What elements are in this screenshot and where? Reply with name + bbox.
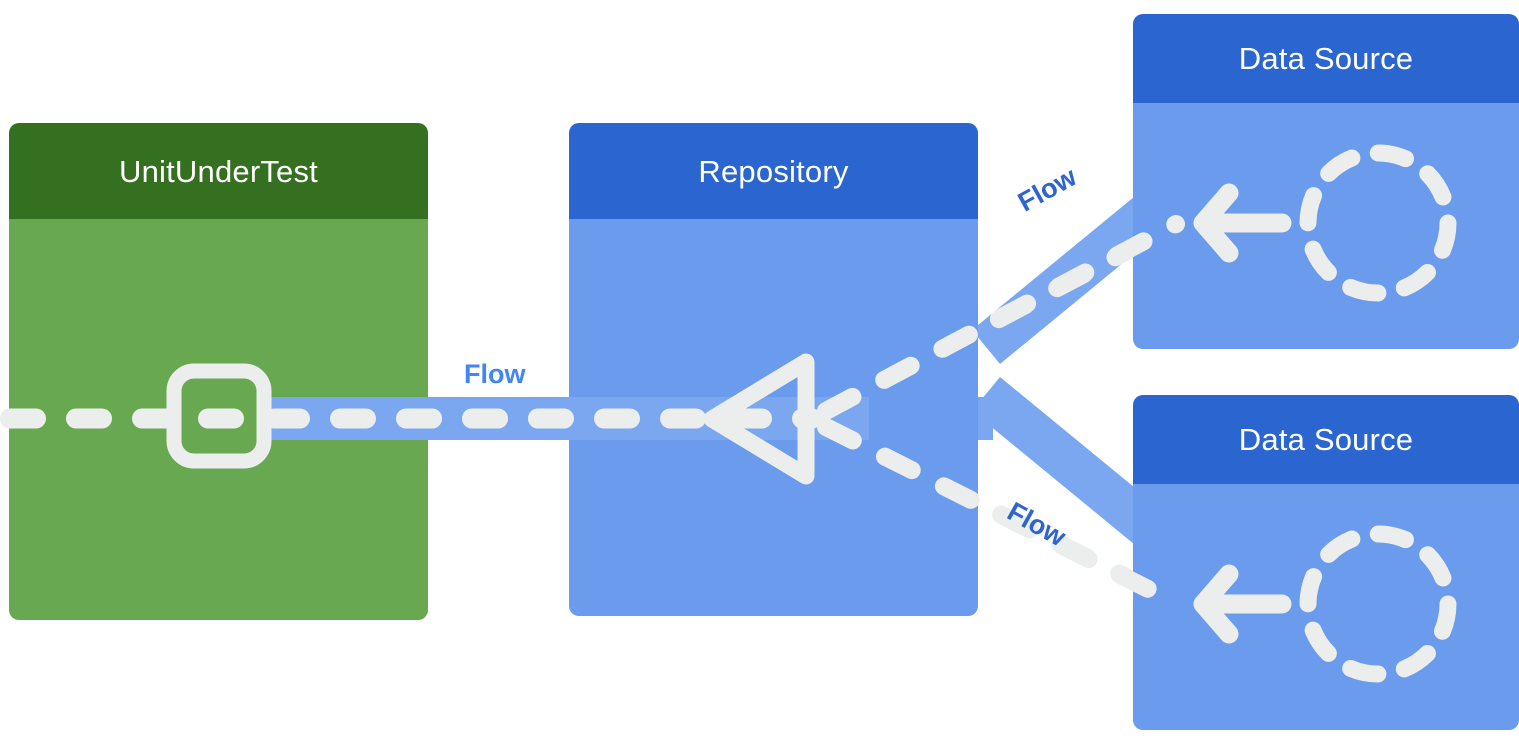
node-data-source-1[interactable]: Data Source <box>1133 14 1519 349</box>
node-data-source-1-body <box>1133 103 1519 349</box>
node-data-source-2[interactable]: Data Source <box>1133 395 1519 730</box>
node-data-source-2-body <box>1133 484 1519 730</box>
node-data-source-2-label: Data Source <box>1238 422 1414 457</box>
node-unit-under-test-label: UnitUnderTest <box>118 153 318 189</box>
diagram-canvas: UnitUnderTest Repository Data Source Dat… <box>0 0 1519 741</box>
node-unit-under-test[interactable]: UnitUnderTest <box>9 123 428 620</box>
node-unit-under-test-header: UnitUnderTest <box>9 123 428 219</box>
flow-label-lower: Flow <box>1002 496 1071 553</box>
node-data-source-1-header: Data Source <box>1133 14 1519 103</box>
node-repository[interactable]: Repository <box>569 123 978 616</box>
flow-label-main: Flow <box>464 359 526 389</box>
node-repository-body <box>569 219 978 616</box>
node-data-source-2-header: Data Source <box>1133 395 1519 484</box>
node-repository-label: Repository <box>698 153 849 189</box>
node-unit-under-test-body <box>9 219 428 620</box>
node-repository-header: Repository <box>569 123 978 219</box>
flow-label-upper: Flow <box>1013 161 1082 218</box>
node-data-source-1-label: Data Source <box>1238 41 1414 76</box>
